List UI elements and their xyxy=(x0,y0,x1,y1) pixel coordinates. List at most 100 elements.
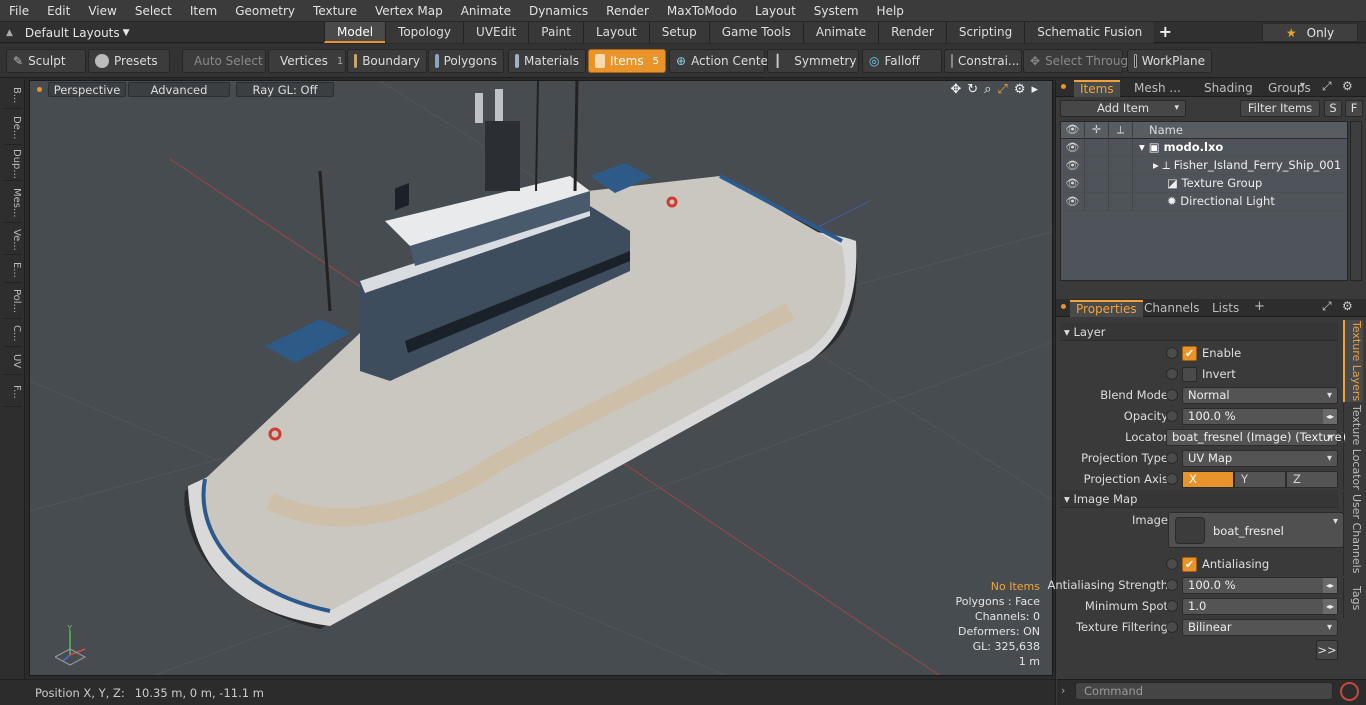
symmetry-button[interactable]: ┃ Symmetry xyxy=(767,49,859,73)
tab-channels[interactable]: Channels xyxy=(1138,300,1206,317)
type-column-icon[interactable]: ⟂ xyxy=(1109,122,1133,139)
opacity-anim-dot[interactable] xyxy=(1166,410,1178,422)
axis-z-button[interactable]: Z xyxy=(1286,471,1338,488)
tab-lists[interactable]: Lists xyxy=(1206,300,1245,317)
menu-geometry[interactable]: Geometry xyxy=(226,0,304,22)
only-button[interactable]: ★ Only xyxy=(1262,23,1358,42)
more-properties-button[interactable]: >> xyxy=(1316,640,1338,660)
action-center-button[interactable]: ⊕ Action Center xyxy=(669,49,773,73)
collapse-up-icon[interactable]: ▲ xyxy=(6,28,13,38)
image-select[interactable]: boat_fresnel xyxy=(1168,512,1344,548)
item-list-scrollbar[interactable] xyxy=(1350,121,1362,281)
list-item-mesh[interactable]: 👁 ▸ ⟂ Fisher_Island_Ferry_Ship_001 xyxy=(1061,157,1347,175)
name-column-header[interactable]: Name xyxy=(1149,123,1183,137)
left-tab-basic[interactable]: B... xyxy=(3,83,22,109)
aa-strength-anim-dot[interactable] xyxy=(1166,579,1178,591)
menu-edit[interactable]: Edit xyxy=(38,0,79,22)
list-item-directional-light[interactable]: 👁 ✹ Directional Light xyxy=(1061,193,1347,211)
axis-x-button[interactable]: X xyxy=(1182,471,1234,488)
move-view-icon[interactable]: ✥ xyxy=(950,82,961,97)
aa-strength-stepper-icon[interactable]: ◂▸ xyxy=(1323,578,1337,593)
opacity-input[interactable]: 100.0 % ◂▸ xyxy=(1182,408,1338,425)
opacity-stepper-icon[interactable]: ◂▸ xyxy=(1323,409,1337,424)
tab-scripting[interactable]: Scripting xyxy=(945,22,1025,43)
min-spot-input[interactable]: 1.0 ◂▸ xyxy=(1182,598,1338,615)
side-tab-user-channels[interactable]: User Channels xyxy=(1343,492,1363,576)
raygl-button[interactable]: Ray GL: Off xyxy=(236,82,334,97)
left-tab-curve[interactable]: C... xyxy=(3,321,22,347)
menu-texture[interactable]: Texture xyxy=(304,0,366,22)
panel-expand-icon[interactable]: ⤢ xyxy=(1322,79,1332,94)
tab-layout[interactable]: Layout xyxy=(582,22,649,43)
tab-mesh[interactable]: Mesh ... xyxy=(1128,80,1187,97)
panel-gear-icon[interactable]: ⚙ xyxy=(1342,79,1353,93)
tab-topology[interactable]: Topology xyxy=(385,22,464,43)
tab-schematic-fusion[interactable]: Schematic Fusion xyxy=(1024,22,1155,43)
left-tab-uv[interactable]: UV xyxy=(3,349,22,375)
falloff-button[interactable]: ◎ Falloff xyxy=(862,49,942,73)
blend-mode-anim-dot[interactable] xyxy=(1166,389,1178,401)
viewport-more-icon[interactable]: ▸ xyxy=(1031,82,1038,97)
left-tab-fusion[interactable]: F... xyxy=(3,377,22,407)
materials-button[interactable]: Materials xyxy=(508,49,586,73)
min-spot-stepper-icon[interactable]: ◂▸ xyxy=(1323,599,1337,614)
tab-animate[interactable]: Animate xyxy=(802,22,879,43)
panel-gear-icon[interactable]: ⚙ xyxy=(1342,299,1353,313)
side-tab-tags[interactable]: Tags xyxy=(1343,578,1363,618)
image-map-section-header[interactable]: ▾ Image Map xyxy=(1060,490,1338,508)
menu-vertex-map[interactable]: Vertex Map xyxy=(366,0,452,22)
menu-animate[interactable]: Animate xyxy=(452,0,520,22)
projection-axis-anim-dot[interactable] xyxy=(1166,473,1178,485)
menu-help[interactable]: Help xyxy=(868,0,913,22)
constrain-button[interactable]: Constrai... xyxy=(944,49,1022,73)
antialiasing-anim-dot[interactable] xyxy=(1166,558,1178,570)
auto-select-button[interactable]: Auto Select xyxy=(182,49,266,73)
antialiasing-checkbox[interactable]: ✔ xyxy=(1182,557,1197,572)
zoom-view-icon[interactable]: ⌕ xyxy=(984,82,991,97)
eye-icon[interactable]: 👁 xyxy=(1061,157,1085,175)
vertices-button[interactable]: Vertices 1 xyxy=(268,49,346,73)
menu-layout[interactable]: Layout xyxy=(746,0,805,22)
tabs-dropdown-icon[interactable]: ▾ xyxy=(1300,80,1305,91)
tab-properties[interactable]: Properties xyxy=(1070,300,1143,317)
tab-model[interactable]: Model xyxy=(324,22,386,43)
items-button[interactable]: Items 5 xyxy=(588,49,666,73)
left-tab-edge[interactable]: E... xyxy=(3,257,22,283)
viewport-menu-dot[interactable] xyxy=(37,87,42,92)
panel-expand-icon[interactable]: ⤢ xyxy=(1322,299,1332,314)
invert-anim-dot[interactable] xyxy=(1166,368,1178,380)
filter-items-button[interactable]: Filter Items xyxy=(1240,100,1320,117)
3d-viewport[interactable]: Perspective Advanced Ray GL: Off ✥ ↻ ⌕ ⤢… xyxy=(29,80,1053,676)
filter-s-button[interactable]: S xyxy=(1324,100,1342,117)
menu-system[interactable]: System xyxy=(805,0,868,22)
enable-checkbox[interactable]: ✔ xyxy=(1182,346,1197,361)
boundary-button[interactable]: Boundary xyxy=(347,49,427,73)
aa-strength-input[interactable]: 100.0 % ◂▸ xyxy=(1182,577,1338,594)
menu-dynamics[interactable]: Dynamics xyxy=(520,0,597,22)
left-tab-mesh[interactable]: Mes... xyxy=(3,183,22,223)
left-tab-polygon[interactable]: Pol... xyxy=(3,285,22,319)
tex-filtering-anim-dot[interactable] xyxy=(1166,621,1178,633)
projection-type-select[interactable]: UV Map xyxy=(1182,450,1338,467)
eye-icon[interactable]: 👁 xyxy=(1061,175,1085,193)
workplane-button[interactable]: WorkPlane xyxy=(1127,49,1212,73)
perspective-button[interactable]: Perspective xyxy=(48,82,126,97)
tab-render[interactable]: Render xyxy=(878,22,946,43)
tab-uvedit[interactable]: UVEdit xyxy=(463,22,529,43)
side-tab-texture-locator[interactable]: Texture Locator xyxy=(1343,404,1363,490)
rotate-view-icon[interactable]: ↻ xyxy=(967,82,978,97)
list-item-texture-group[interactable]: 👁 ◪ Texture Group xyxy=(1061,175,1347,193)
axis-y-button[interactable]: Y xyxy=(1234,471,1286,488)
menu-maxtomodo[interactable]: MaxToModo xyxy=(658,0,746,22)
polygons-button[interactable]: Polygons xyxy=(428,49,504,73)
maximize-view-icon[interactable]: ⤢ xyxy=(997,82,1007,97)
tab-items[interactable]: Items xyxy=(1074,80,1120,97)
menu-select[interactable]: Select xyxy=(126,0,181,22)
sculpt-button[interactable]: ✎ Sculpt xyxy=(6,49,86,73)
tex-filtering-select[interactable]: Bilinear xyxy=(1182,619,1338,636)
blend-mode-select[interactable]: Normal xyxy=(1182,387,1338,404)
select-through-button[interactable]: ✥ Select Through xyxy=(1023,49,1136,73)
viewport-settings-gear-icon[interactable]: ⚙ xyxy=(1014,82,1026,97)
min-spot-anim-dot[interactable] xyxy=(1166,600,1178,612)
left-tab-vertex[interactable]: Ve... xyxy=(3,225,22,255)
